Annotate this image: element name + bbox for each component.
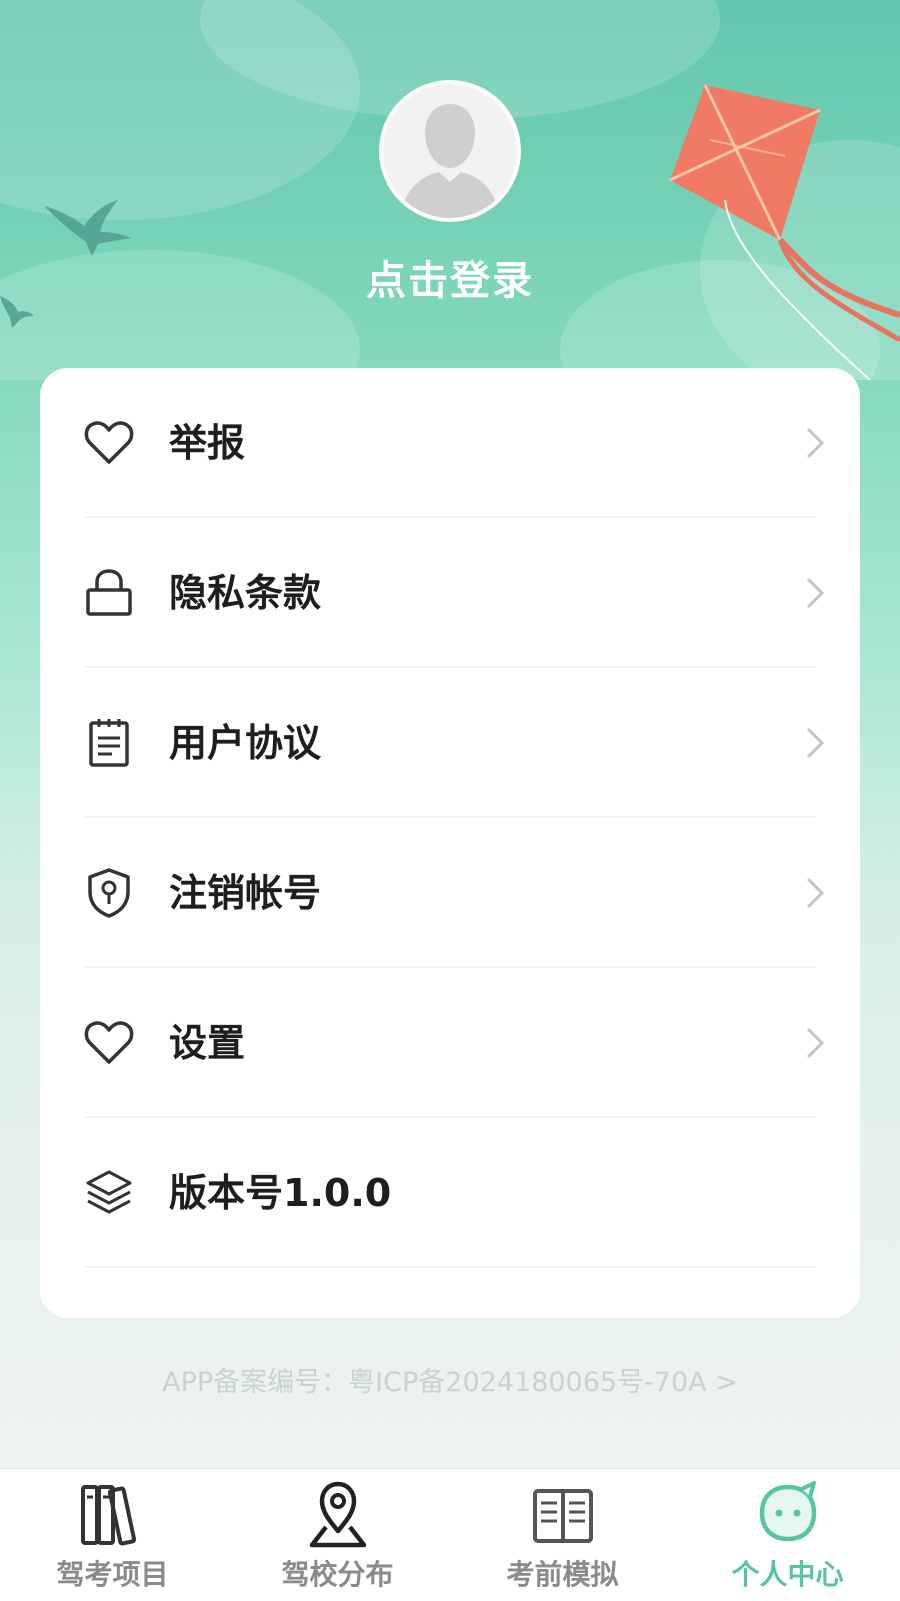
- face-icon: [759, 1481, 817, 1542]
- tab-label: 个人中心: [731, 1558, 844, 1591]
- tab-personal-center[interactable]: 个人中心: [675, 1469, 900, 1601]
- tab-mock-exam[interactable]: 考前模拟: [450, 1469, 675, 1601]
- chevron-right-icon: [806, 1027, 825, 1059]
- kite-illustration: [669, 84, 900, 380]
- menu-item-label: 设置: [169, 1021, 246, 1065]
- open-book-icon: [533, 1489, 593, 1543]
- menu-item-label: 用户协议: [169, 721, 322, 765]
- tab-label: 驾校分布: [281, 1558, 394, 1591]
- layers-icon: [86, 1170, 132, 1214]
- chevron-right-icon: [806, 877, 825, 909]
- tab-label: 考前模拟: [506, 1558, 619, 1591]
- shield-key-icon: [88, 868, 130, 918]
- books-icon: [81, 1485, 137, 1546]
- icp-filing-link[interactable]: APP备案编号：粤ICP备2024180065号-70A >: [0, 1360, 900, 1399]
- divider: [85, 1266, 815, 1268]
- chevron-right-icon: [806, 727, 825, 759]
- map-pin-icon: [309, 1481, 367, 1548]
- menu-item-delete-account[interactable]: 注销帐号: [40, 818, 860, 968]
- avatar[interactable]: [379, 80, 521, 222]
- tab-driving-test-items[interactable]: 驾考项目: [0, 1469, 225, 1601]
- menu-item-label: 隐私条款: [169, 571, 322, 615]
- heart-icon: [84, 1021, 134, 1064]
- lock-icon: [86, 569, 132, 616]
- menu-card: 举报 隐私条款 用户协议 注销帐号 设置 版本号1.0.0: [40, 368, 860, 1318]
- menu-item-settings[interactable]: 设置: [40, 968, 860, 1118]
- chevron-right-icon: [806, 577, 825, 609]
- menu-item-privacy[interactable]: 隐私条款: [40, 518, 860, 668]
- login-button[interactable]: 点击登录: [0, 248, 900, 306]
- menu-item-user-agreement[interactable]: 用户协议: [40, 668, 860, 818]
- user-placeholder-icon: [401, 104, 499, 218]
- tab-driving-school-map[interactable]: 驾校分布: [225, 1469, 450, 1601]
- menu-item-report[interactable]: 举报: [40, 368, 860, 518]
- heart-icon: [84, 421, 134, 464]
- menu-item-label: 注销帐号: [169, 871, 322, 915]
- menu-item-label: 举报: [169, 421, 246, 465]
- bottom-tab-bar: 驾考项目 驾校分布 考前模拟 个人中心: [0, 1468, 900, 1601]
- menu-item-version: 版本号1.0.0: [40, 1118, 860, 1268]
- notepad-icon: [89, 719, 129, 767]
- version-label: 版本号1.0.0: [169, 1171, 392, 1215]
- tab-label: 驾考项目: [56, 1558, 169, 1591]
- chevron-right-icon: [806, 427, 825, 459]
